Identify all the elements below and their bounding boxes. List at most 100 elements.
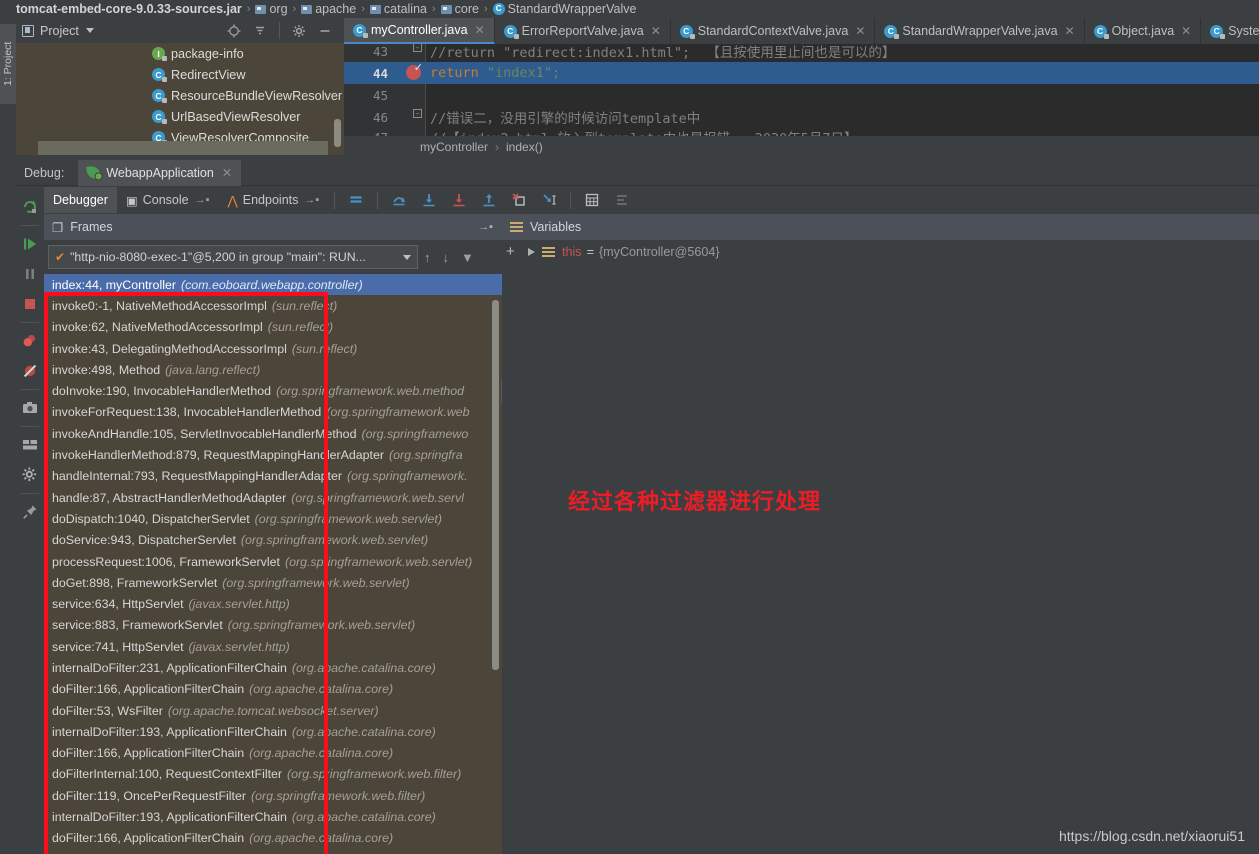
frame-row[interactable]: doFilter:53, WsFilter (org.apache.tomcat.… [44,700,502,721]
frame-row[interactable]: doFilterInternal:100, RequestContextFilt… [44,764,502,785]
settings-gear-icon[interactable] [292,24,306,38]
close-icon[interactable]: ✕ [1065,24,1075,38]
frame-row[interactable]: invokeForRequest:138, InvocableHandlerMe… [44,402,502,423]
frame-row[interactable]: doFilter:119, OncePerRequestFilter (org.s… [44,785,502,806]
chevron-right-icon[interactable] [528,248,535,256]
layout-icon[interactable] [17,430,43,460]
step-over-icon[interactable] [391,192,407,208]
drop-frame-icon[interactable] [511,192,527,208]
code-line[interactable]: 47 //【index2.html 放入到template中也是报错 2020年… [344,126,1259,137]
arrow-down-icon[interactable]: ↓ [443,250,450,265]
code-editor[interactable]: 43 //return "redirect:index1.html"; 【且按使… [344,44,1259,136]
frame-row[interactable]: doDispatch:1040, DispatcherServlet (org.s… [44,508,502,529]
frame-row[interactable]: internalDoFilter:193, ApplicationFilterC… [44,721,502,742]
frame-row[interactable]: service:883, FrameworkServlet (org.spring… [44,615,502,636]
code-line-current[interactable]: 44 return "index1"; [344,62,1259,84]
project-tree-scrollbar[interactable] [334,119,341,147]
resume-program-icon[interactable] [17,229,43,259]
frame-row[interactable]: invokeHandlerMethod:879, RequestMappingH… [44,444,502,465]
step-into-icon[interactable] [421,192,437,208]
frame-row[interactable]: doService:943, DispatcherServlet (org.spr… [44,530,502,551]
show-execution-point-icon[interactable] [348,192,364,208]
frame-row[interactable]: doGet:898, FrameworkServlet (org.springfr… [44,572,502,593]
breadcrumb-item-core[interactable]: core [455,2,479,16]
list-item[interactable]: C ResourceBundleViewResolver [16,85,344,106]
stop-icon[interactable] [17,289,43,319]
evaluate-expression-icon[interactable] [584,192,600,208]
frame-row[interactable]: invokeAndHandle:105, ServletInvocableHan… [44,423,502,444]
editor-tab-standardwrappervalve[interactable]: C StandardWrapperValve.java ✕ [875,18,1085,44]
close-icon[interactable]: ✕ [651,24,661,38]
run-configuration-tab[interactable]: WebappApplication ✕ [78,159,242,186]
frame-row[interactable]: invoke:43, DelegatingMethodAccessorImpl (… [44,338,502,359]
frame-row[interactable]: invoke0:-1, NativeMethodAccessorImpl (sun… [44,295,502,316]
pin-arrow-icon[interactable]: →▪ [304,194,319,206]
threads-view-icon[interactable] [614,192,630,208]
thread-dropdown[interactable]: ✔ "http-nio-8080-exec-1"@5,200 in group … [48,245,418,269]
code-line[interactable]: 46 //错误二，没用引擎的时候访问template中 [344,106,1259,128]
frame-row[interactable]: invoke:498, Method (java.lang.reflect) [44,359,502,380]
editor-tab-errorreportvalve[interactable]: C ErrorReportValve.java ✕ [495,18,671,44]
editor-tab-mycontroller[interactable]: C myController.java ✕ [344,18,495,44]
arrow-up-icon[interactable]: ↑ [424,250,431,265]
variable-row[interactable]: this = {myController@5604} [502,240,1259,264]
breadcrumb-item-class[interactable]: StandardWrapperValve [508,2,637,16]
breadcrumb-item-apache[interactable]: apache [315,2,356,16]
tab-console[interactable]: ▣ Console →▪ [117,187,219,213]
pin-arrow-icon[interactable]: →▪ [195,194,210,206]
add-watch-icon[interactable]: + [506,243,515,260]
frame-row[interactable]: processRequest:1006, FrameworkServlet (or… [44,551,502,572]
settings-icon[interactable] [17,460,43,490]
close-icon[interactable]: ✕ [475,23,485,37]
code-line[interactable]: 45 [344,84,1259,106]
view-breakpoints-icon[interactable] [17,326,43,356]
tab-endpoints[interactable]: ⋀ Endpoints →▪ [219,187,329,213]
frame-row[interactable]: doFilter:166, ApplicationFilterChain (org… [44,828,502,849]
tab-debugger[interactable]: Debugger [44,187,117,213]
frame-row[interactable]: internalDoFilter:193, ApplicationFilterC… [44,806,502,827]
breadcrumb-item-catalina[interactable]: catalina [384,2,427,16]
frame-row[interactable]: service:741, HttpServlet (javax.servlet.h… [44,636,502,657]
breakpoint-icon[interactable] [406,61,423,80]
editor-tab-standardcontextvalve[interactable]: C StandardContextValve.java ✕ [671,18,876,44]
editor-tab-object[interactable]: C Object.java ✕ [1085,18,1202,44]
breadcrumb-method[interactable]: index() [506,140,543,154]
frame-row[interactable]: handle:87, AbstractHandlerMethodAdapter (… [44,487,502,508]
breadcrumb-item-org[interactable]: org [269,2,287,16]
filter-icon[interactable]: ▼ [461,250,474,265]
step-out-icon[interactable] [481,192,497,208]
frames-list[interactable]: index:44, myController (com.eoboard.webap… [44,274,502,854]
force-step-into-icon[interactable] [451,192,467,208]
hide-panel-icon[interactable] [318,24,332,38]
tool-window-tab-project[interactable]: 1: Project [0,24,16,104]
project-tree[interactable]: I package-info C RedirectView C Resource… [16,43,344,155]
list-item[interactable]: I package-info [16,43,344,64]
collapse-all-icon[interactable] [253,24,267,38]
close-icon[interactable]: ✕ [1181,24,1191,38]
rerun-icon[interactable] [17,192,43,222]
list-item[interactable]: C RedirectView [16,64,344,85]
frame-row[interactable]: service:634, HttpServlet (javax.servlet.h… [44,593,502,614]
chevron-down-icon[interactable] [403,254,411,260]
breadcrumb-class[interactable]: myController [420,140,488,154]
frame-row[interactable]: doInvoke:190, InvocableHandlerMethod (org… [44,380,502,401]
frame-row[interactable]: handleInternal:793, RequestMappingHandle… [44,466,502,487]
fold-minus-icon[interactable]: – [413,109,422,118]
code-line[interactable]: 43 //return "redirect:index1.html"; 【且按使… [344,44,1259,62]
close-icon[interactable]: ✕ [855,24,865,38]
pause-program-icon[interactable] [17,259,43,289]
frames-scrollbar[interactable] [492,300,499,670]
mute-breakpoints-icon[interactable] [17,356,43,386]
frame-row[interactable]: doFilter:166, ApplicationFilterChain (org… [44,679,502,700]
breadcrumb-jar[interactable]: tomcat-embed-core-9.0.33-sources.jar [16,2,242,16]
list-item[interactable]: C UrlBasedViewResolver [16,106,344,127]
frame-row[interactable]: doFilterInternal:93, FormContentFilter(o… [44,849,502,854]
variables-list[interactable]: this = {myController@5604} [502,240,1259,854]
pin-arrow-icon[interactable]: →▪ [478,221,493,233]
chevron-down-icon[interactable] [85,28,94,33]
editor-tab-system[interactable]: C Syste [1201,18,1259,44]
locate-icon[interactable] [227,24,241,38]
pin-icon[interactable] [17,497,43,527]
fold-minus-icon[interactable]: – [413,44,422,52]
run-to-cursor-icon[interactable] [541,192,557,208]
